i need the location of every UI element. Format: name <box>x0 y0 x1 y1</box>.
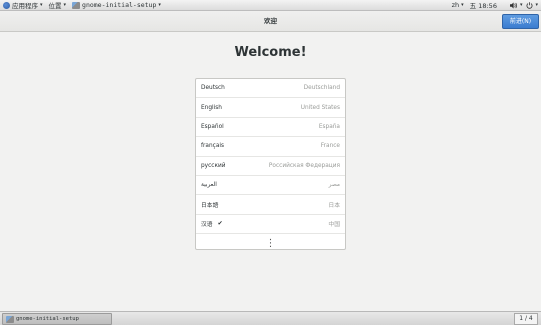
language-row-deutsch[interactable]: Deutsch Deutschland <box>196 79 345 99</box>
taskbar-window-label: gnome-initial-setup <box>16 316 79 322</box>
language-name: العربية <box>201 182 217 189</box>
chevron-down-icon: ▾ <box>158 2 161 8</box>
language-row-arabic[interactable]: العربية مصر <box>196 176 345 196</box>
language-name: русский <box>201 162 226 169</box>
page-title: 欢迎 <box>264 17 277 25</box>
chevron-down-icon: ▾ <box>461 2 464 8</box>
input-method-label: zh <box>451 1 460 9</box>
more-vertical-icon: ⋮ <box>265 237 276 249</box>
applications-icon <box>3 1 10 9</box>
clock[interactable]: 五 18:56 <box>467 0 500 11</box>
checkmark-icon: ✔ <box>217 220 223 228</box>
clock-label: 五 18:56 <box>469 2 497 10</box>
header-bar: 欢迎 <box>0 11 541 32</box>
top-panel: 应用程序 ▾ 位置 ▾ gnome-initial-setup ▾ zh ▾ 五… <box>0 0 541 11</box>
window-menu[interactable]: gnome-initial-setup ▾ <box>69 0 164 11</box>
input-method-menu[interactable]: zh ▾ <box>449 0 467 11</box>
chevron-down-icon: ▾ <box>535 2 538 8</box>
language-region: Deutschland <box>303 85 340 92</box>
bottom-panel: gnome-initial-setup 1 / 4 <box>0 311 541 325</box>
language-row-english[interactable]: English United States <box>196 98 345 118</box>
taskbar-window-button[interactable]: gnome-initial-setup <box>2 313 112 325</box>
language-region: España <box>318 123 340 130</box>
applications-menu[interactable]: 应用程序 ▾ <box>0 0 46 11</box>
places-label: 位置 <box>48 2 62 10</box>
chevron-down-icon: ▾ <box>63 2 67 8</box>
setup-app-icon <box>6 315 14 323</box>
language-row-espanol[interactable]: Español España <box>196 118 345 138</box>
language-name: français <box>201 143 225 150</box>
language-region: France <box>320 143 340 150</box>
language-row-japanese[interactable]: 日本語 日本 <box>196 195 345 215</box>
volume-icon <box>509 2 518 8</box>
language-name: Deutsch <box>201 85 225 92</box>
power-icon <box>526 1 533 9</box>
system-menu[interactable]: ▾ ▾ <box>500 0 541 11</box>
more-languages-button[interactable]: ⋮ <box>196 234 345 253</box>
language-region: United States <box>300 104 340 111</box>
window-label: gnome-initial-setup <box>82 1 157 9</box>
language-row-chinese[interactable]: 汉语 ✔ 中国 <box>196 215 345 235</box>
language-row-russian[interactable]: русский Российская Федерация <box>196 157 345 176</box>
language-region: Российская Федерация <box>268 162 340 169</box>
workspace-switcher[interactable]: 1 / 4 <box>514 313 538 325</box>
chevron-down-icon: ▾ <box>40 2 43 8</box>
next-button[interactable]: 前进(N) <box>502 14 539 29</box>
language-list: Deutsch Deutschland English United State… <box>195 78 346 250</box>
language-name: English <box>201 104 222 111</box>
language-region: 中国 <box>328 222 340 229</box>
chevron-down-icon: ▾ <box>519 2 523 8</box>
language-name: Español <box>201 123 224 130</box>
welcome-heading: Welcome! <box>234 45 307 60</box>
language-region: 日本 <box>328 203 340 210</box>
applications-label: 应用程序 <box>12 2 38 10</box>
setup-app-icon <box>72 1 81 9</box>
language-row-francais[interactable]: français France <box>196 137 345 157</box>
language-name: 日本語 <box>201 203 219 210</box>
places-menu[interactable]: 位置 ▾ <box>46 0 70 11</box>
language-region: مصر <box>328 182 340 189</box>
language-name: 汉语 <box>201 222 213 229</box>
